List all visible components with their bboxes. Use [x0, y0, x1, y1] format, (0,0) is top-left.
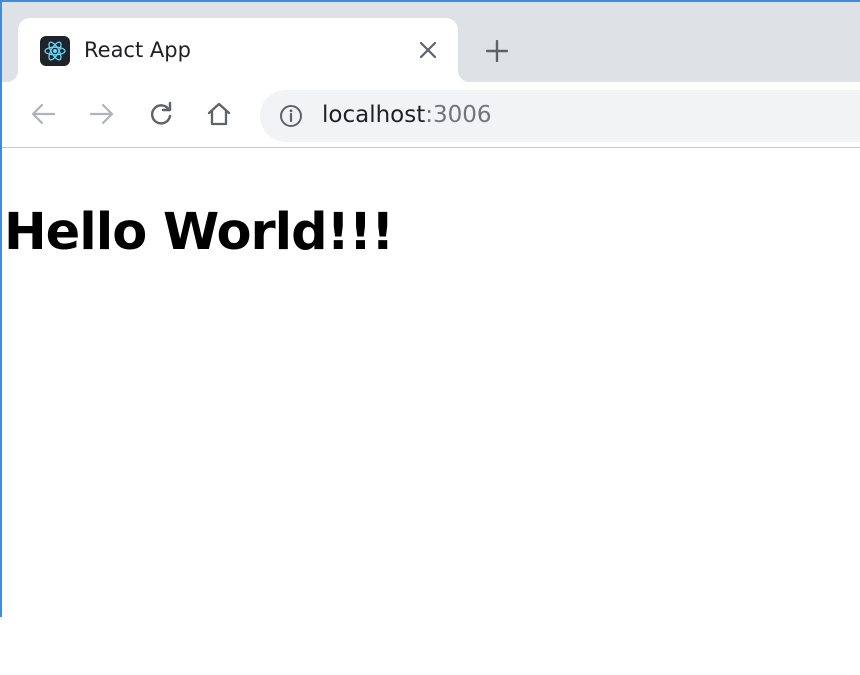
browser-tab-active[interactable]: React App: [6, 18, 470, 82]
react-logo-icon: [40, 36, 70, 66]
home-icon[interactable]: [201, 96, 237, 132]
address-bar[interactable]: localhost:3006: [260, 90, 860, 142]
reload-icon[interactable]: [143, 96, 179, 132]
info-icon[interactable]: [278, 103, 304, 129]
url-port: :3006: [425, 102, 492, 128]
page-viewport: Hello World!!!: [2, 149, 860, 617]
browser-window: React App localhost:3006 Hello World!!!: [0, 0, 860, 617]
url-host: localhost: [322, 102, 426, 128]
tab-strip: React App: [2, 2, 860, 82]
url-text[interactable]: localhost:3006: [322, 102, 492, 128]
page-heading: Hello World!!!: [4, 203, 394, 262]
back-arrow-icon[interactable]: [25, 96, 61, 132]
browser-toolbar: localhost:3006: [2, 82, 860, 148]
tab-title: React App: [84, 38, 191, 62]
plus-icon[interactable]: [480, 34, 514, 68]
close-icon[interactable]: [414, 36, 442, 64]
forward-arrow-icon[interactable]: [84, 96, 120, 132]
